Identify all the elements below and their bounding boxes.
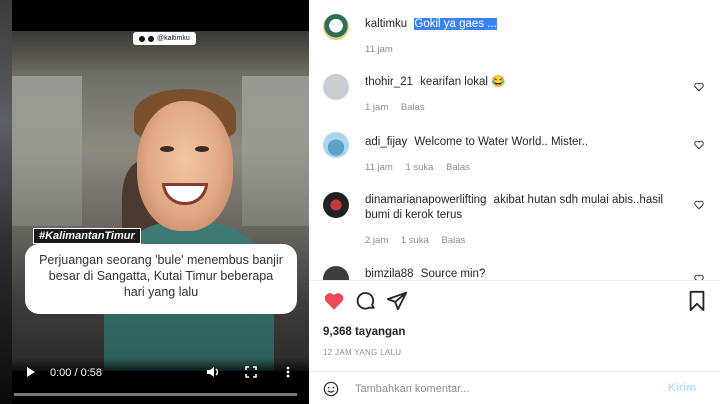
comment-time: 2 jam — [365, 235, 389, 246]
avatar[interactable] — [323, 266, 349, 280]
man-face — [137, 101, 233, 231]
post-timestamp: 12 JAM YANG LALU — [323, 348, 402, 357]
comment-time: 1 jam — [365, 102, 389, 113]
comment-username[interactable]: bimzila88 — [365, 268, 414, 280]
video-controls — [12, 358, 309, 404]
emoji-icon[interactable] — [323, 381, 339, 397]
reply-link[interactable]: Balas — [442, 235, 466, 246]
comment-body-cont: bumi di kerok terus — [365, 209, 463, 221]
instagram-icon — [148, 35, 154, 42]
comment-meta: 2 jam 1 suka Balas — [365, 235, 475, 246]
comment-body: akibat hutan sdh mulai abis..hasil — [493, 194, 664, 206]
watermark-tag: @kaltimku — [133, 32, 196, 45]
post-caption: kaltimku Gokil ya gaes ... — [365, 17, 497, 32]
comment-meta: 1 jam Balas — [365, 102, 435, 113]
view-count[interactable]: 9,368 tayangan — [323, 326, 405, 338]
avatar[interactable] — [323, 74, 349, 100]
author-username[interactable]: kaltimku — [365, 18, 407, 30]
comment-body: kearifan lokal 😂 — [420, 76, 506, 88]
play-button[interactable] — [26, 366, 36, 381]
reply-link[interactable]: Balas — [401, 102, 425, 113]
post-caption-row: kaltimku Gokil ya gaes ... 11 jam — [323, 14, 708, 55]
bus-window — [242, 76, 309, 226]
video-caption: Perjuangan seorang 'bule' menembus banji… — [25, 244, 297, 314]
heart-icon[interactable] — [694, 82, 704, 92]
comment-icon[interactable] — [355, 290, 377, 312]
heart-icon[interactable] — [694, 200, 704, 210]
volume-icon[interactable] — [206, 366, 220, 381]
progress-bar[interactable] — [14, 393, 297, 396]
bookmark-icon[interactable] — [686, 290, 708, 312]
comment-body: Source min? — [420, 268, 486, 280]
eye — [195, 146, 209, 152]
screen: @kaltimku #KalimantanTimur Perjuangan se… — [0, 0, 720, 404]
avatar[interactable] — [323, 132, 349, 158]
comment-time: 11 jam — [365, 162, 393, 173]
comment-text: bimzila88 Source min? — [365, 267, 485, 280]
divider — [309, 280, 720, 281]
comment-item: thohir_21 kearifan lokal 😂 1 jam Balas — [323, 74, 708, 114]
comment-body: Welcome to Water World.. Mister.. — [414, 136, 589, 148]
like-heart-icon[interactable] — [323, 290, 345, 312]
comment-username[interactable]: adi_fijay — [365, 136, 407, 148]
hashtag-label: #KalimantanTimur — [33, 228, 141, 244]
heart-icon[interactable] — [694, 140, 704, 150]
comment-composer: Kirim — [309, 371, 720, 404]
comment-meta: 11 jam 1 suka Balas — [365, 162, 480, 173]
fullscreen-icon[interactable] — [245, 366, 257, 381]
video-frame — [12, 31, 309, 371]
reply-link[interactable]: Balas — [446, 162, 470, 173]
post-comment-button[interactable]: Kirim — [668, 382, 696, 394]
blurred-background — [0, 0, 12, 404]
comment-item: bimzila88 Source min? — [323, 266, 708, 280]
more-options-icon[interactable] — [286, 366, 290, 381]
comment-username[interactable]: thohir_21 — [365, 76, 413, 88]
comment-item: dinamarianapowerlifting akibat hutan sdh… — [323, 192, 708, 248]
time-display: 0:00 / 0:58 — [50, 367, 102, 379]
bus-window — [12, 76, 82, 226]
action-bar — [323, 290, 708, 316]
tiktok-icon — [139, 35, 145, 42]
comment-likes[interactable]: 1 suka — [401, 235, 429, 246]
share-icon[interactable] — [386, 290, 408, 312]
video-player[interactable]: @kaltimku #KalimantanTimur Perjuangan se… — [0, 0, 309, 404]
caption-text: Gokil ya gaes ... — [414, 18, 497, 30]
comment-likes[interactable]: 1 suka — [405, 162, 433, 173]
avatar[interactable] — [323, 14, 349, 40]
comment-input[interactable] — [355, 381, 655, 397]
comment-username[interactable]: dinamarianapowerlifting — [365, 194, 486, 206]
comment-text: thohir_21 kearifan lokal 😂 — [365, 75, 505, 90]
comment-text: adi_fijay Welcome to Water World.. Miste… — [365, 135, 588, 150]
comments-panel: kaltimku Gokil ya gaes ... 11 jam thohir… — [309, 0, 720, 404]
avatar[interactable] — [323, 192, 349, 218]
comment-item: adi_fijay Welcome to Water World.. Miste… — [323, 132, 708, 173]
watermark-handle: @kaltimku — [157, 35, 190, 42]
comment-text: dinamarianapowerlifting akibat hutan sdh… — [365, 193, 685, 223]
eye — [160, 146, 174, 152]
post-time: 11 jam — [365, 44, 393, 55]
